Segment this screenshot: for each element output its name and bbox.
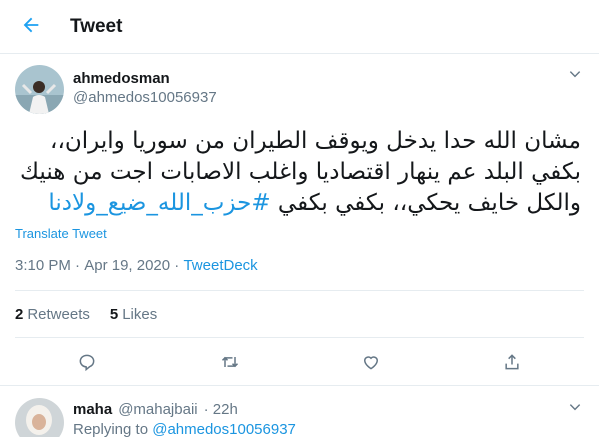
retweets-stat[interactable]: 2 Retweets [15, 306, 90, 323]
likes-label: Likes [122, 306, 158, 323]
reply-time[interactable]: · 22h [204, 401, 238, 418]
reply-button[interactable] [72, 349, 102, 379]
tweet-source[interactable]: TweetDeck [183, 257, 257, 274]
tweet-text: مشان الله حدا يدخل ويوقف الطيران من سوري… [15, 126, 581, 219]
replying-to-link[interactable]: @ahmedos10056937 [152, 421, 296, 437]
reply-author-name[interactable]: maha [73, 401, 112, 418]
author-handle[interactable]: @ahmedos10056937 [73, 89, 217, 106]
tweet-time[interactable]: 3:10 PM [15, 257, 71, 274]
page-title: Tweet [70, 16, 123, 37]
like-icon [361, 352, 381, 377]
retweet-icon [219, 352, 241, 377]
reply-more-options-button[interactable] [565, 399, 585, 419]
like-button[interactable] [356, 349, 386, 379]
reply-author-handle[interactable]: @mahajbaii [118, 401, 197, 418]
reply-icon [77, 352, 97, 377]
arrow-left-icon [20, 14, 42, 41]
translate-tweet-link[interactable]: Translate Tweet [15, 226, 107, 241]
reply-author-avatar[interactable] [15, 398, 64, 437]
retweets-label: Retweets [27, 306, 90, 323]
author-name[interactable]: ahmedosman [73, 70, 170, 87]
back-button[interactable] [12, 8, 50, 46]
replying-to: Replying to @ahmedos10056937 [73, 421, 296, 437]
top-bar: Tweet [0, 0, 599, 54]
chevron-down-icon [568, 400, 582, 419]
reply-header: maha @mahajbaii · 22h [73, 401, 238, 418]
likes-stat[interactable]: 5 Likes [110, 306, 157, 323]
share-button[interactable] [497, 349, 527, 379]
meta-separator: · [70, 257, 85, 274]
tweet-stats: 2 Retweets 5 Likes [15, 306, 157, 323]
retweet-button[interactable] [215, 349, 245, 379]
tweet-date[interactable]: Apr 19, 2020 [84, 257, 170, 274]
more-options-button[interactable] [565, 66, 585, 86]
divider [15, 290, 584, 291]
likes-count: 5 [109, 306, 119, 323]
hashtag-link[interactable]: #حزب_الله_ضيع_ولادنا [48, 190, 270, 216]
retweets-count: 2 [15, 306, 24, 323]
meta-separator: · [170, 257, 184, 274]
tweet-metadata: 3:10 PM · Apr 19, 2020 · TweetDeck [15, 257, 258, 274]
replying-prefix: Replying to [73, 421, 153, 437]
share-icon [502, 352, 522, 377]
author-avatar[interactable] [15, 65, 64, 114]
divider [0, 385, 599, 386]
chevron-down-icon [568, 67, 582, 86]
divider [15, 337, 584, 338]
